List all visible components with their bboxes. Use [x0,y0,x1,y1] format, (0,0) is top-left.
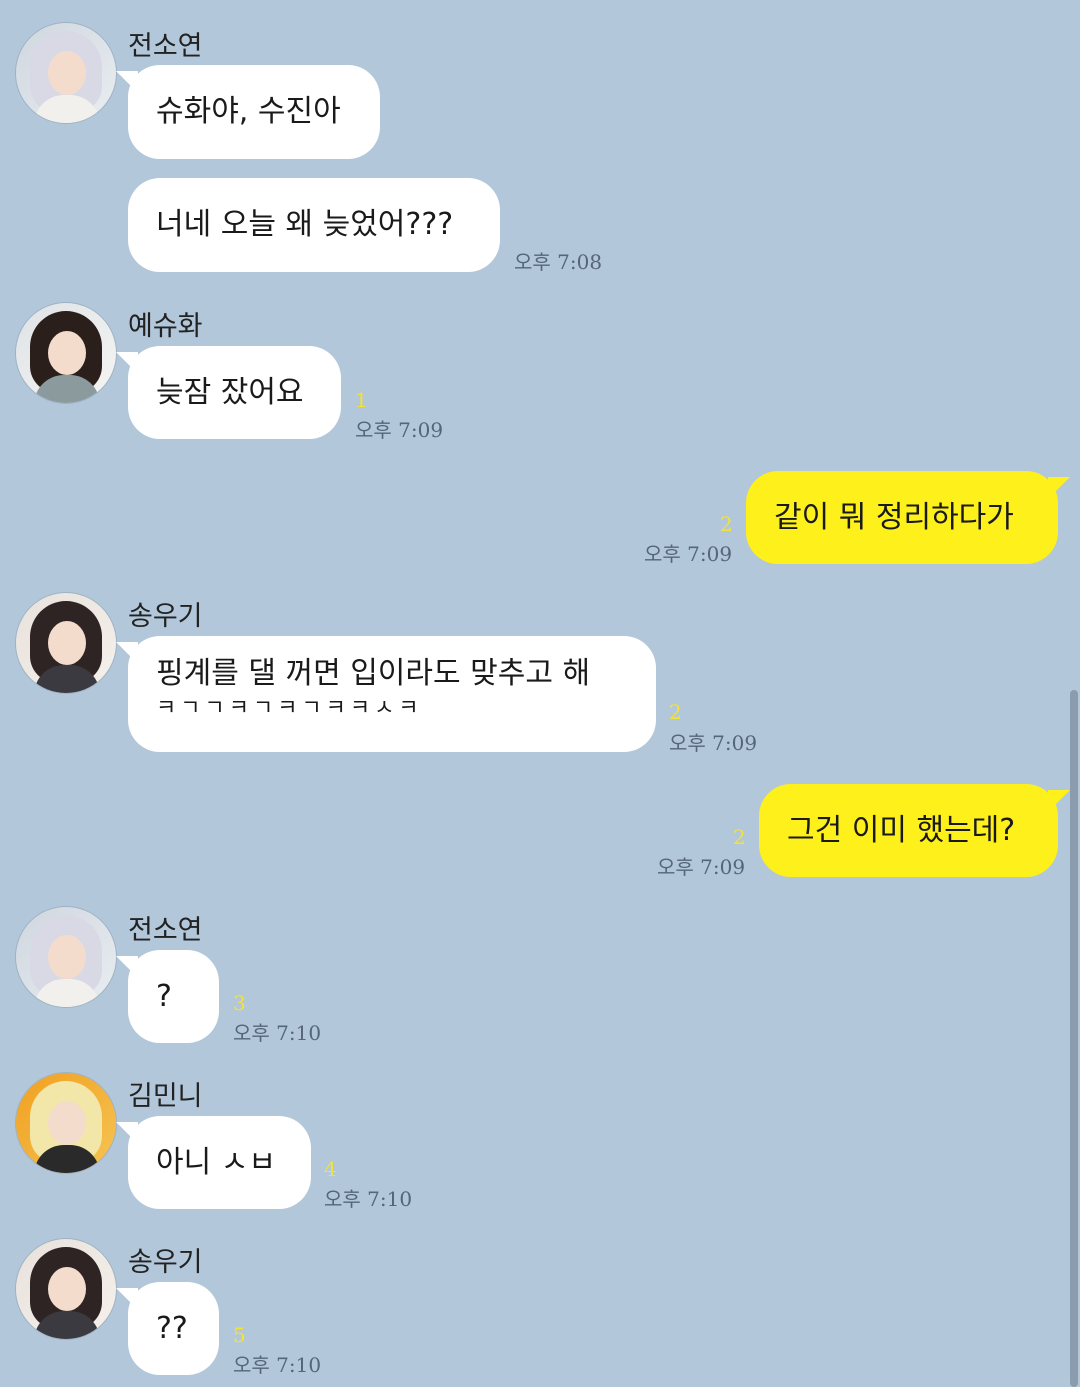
message-time: 오후 7:10 [233,1021,322,1045]
sender-name: 전소연 [128,31,203,62]
message-time: 오후 7:09 [669,731,758,755]
message-bubble[interactable]: 핑계를 댈 꺼면 입이라도 맞추고 해 ㅋㄱㄱㅋㄱㅋㄱㅋㅋㅅㅋ [116,636,656,752]
message-time: 오후 7:09 [657,855,746,879]
avatar-soyeon[interactable] [15,22,117,124]
message-bubble[interactable]: 슈화야, 수진아 [116,65,380,159]
unread-count: 4 [324,1157,337,1181]
sender-name: 예슈화 [128,311,203,342]
unread-count: 3 [233,991,246,1015]
message-time: 오후 7:08 [514,250,603,274]
unread-count: 2 [669,700,682,724]
unread-count: 2 [720,512,733,536]
message-time: 오후 7:09 [355,418,444,442]
message-bubble[interactable]: 아니 ㅅㅂ [116,1116,311,1209]
message-bubble[interactable]: ? [116,950,219,1043]
message-line: 핑계를 댈 꺼면 입이라도 맞추고 해 [156,656,591,691]
avatar-minnie[interactable] [15,1072,117,1174]
message-time: 오후 7:10 [233,1353,322,1377]
chat-area[interactable]: 전소연 슈화야, 수진아 너네 오늘 왜 늦었어??? 오후 7:08 예슈화 … [0,0,1080,1387]
sender-name: 김민니 [128,1081,203,1112]
sender-name: 송우기 [128,601,203,632]
message-time: 오후 7:10 [324,1187,413,1211]
scrollbar[interactable] [1070,690,1078,1387]
avatar-woogi[interactable] [15,1238,117,1340]
sender-name: 전소연 [128,915,203,946]
unread-count: 2 [733,825,746,849]
sender-name: 송우기 [128,1247,203,1278]
message-bubble[interactable]: 너네 오늘 왜 늦었어??? [128,178,500,272]
message-bubble[interactable]: 늦잠 잤어요 [116,346,341,439]
avatar-woogi[interactable] [15,592,117,694]
my-message-bubble[interactable]: 같이 뭐 정리하다가 [746,471,1070,564]
message-line: ㅋㄱㄱㅋㄱㅋㄱㅋㅋㅅㅋ [156,696,423,721]
message-bubble[interactable]: ?? [116,1282,219,1375]
message-time: 오후 7:09 [644,542,733,566]
avatar-shuhua[interactable] [15,302,117,404]
unread-count: 1 [355,388,368,412]
avatar-soyeon[interactable] [15,906,117,1008]
unread-count: 5 [233,1323,246,1347]
my-message-bubble[interactable]: 그건 이미 했는데? [759,784,1070,877]
